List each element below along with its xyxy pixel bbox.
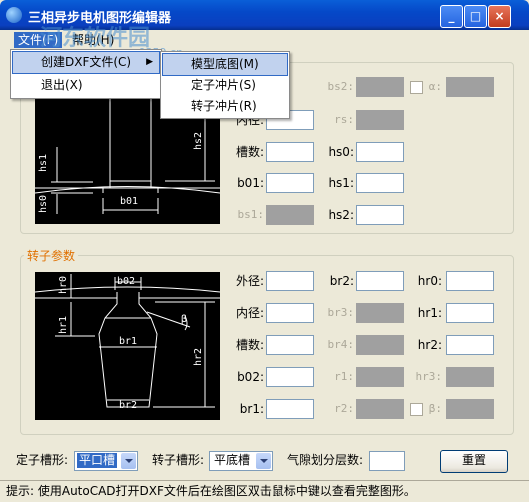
- input-stator-slots[interactable]: [266, 142, 314, 162]
- label-br2: br2:: [329, 274, 354, 288]
- label-airgap-layers: 气隙划分层数:: [287, 453, 364, 467]
- drawing-label-hr1: hr1: [58, 316, 69, 334]
- menu-item-rotor-punch[interactable]: 转子冲片(R): [163, 96, 287, 117]
- label-bs2: bs2:: [327, 80, 355, 93]
- file-menu: 创建DXF文件(C) ▶ 退出(X): [10, 49, 162, 99]
- menu-item-create-dxf-label: 创建DXF文件(C): [41, 55, 132, 69]
- drawing-label-hs0: hs0: [38, 195, 49, 213]
- drawing-label-hr2: hr2: [193, 348, 204, 366]
- menu-item-create-dxf[interactable]: 创建DXF文件(C) ▶: [12, 51, 160, 74]
- input-hr0[interactable]: [446, 271, 494, 291]
- input-hr2[interactable]: [446, 335, 494, 355]
- label-stator-slots: 槽数:: [235, 145, 264, 159]
- input-r1: [356, 367, 404, 387]
- input-rotor-outer-diameter[interactable]: [266, 271, 314, 291]
- label-rotor-outer-diameter: 外径:: [235, 274, 264, 288]
- minimize-button[interactable]: _: [440, 5, 463, 28]
- stator-slot-type-select[interactable]: 平口槽: [74, 451, 138, 471]
- status-bar: 提示: 使用AutoCAD打开DXF文件后在绘图区双击鼠标中键以查看完整图形。: [0, 480, 529, 502]
- label-rotor-slots: 槽数:: [235, 338, 264, 352]
- input-bs2: [356, 77, 404, 97]
- dxf-submenu: 模型底图(M) 定子冲片(S) 转子冲片(R): [160, 51, 290, 119]
- input-hr1[interactable]: [446, 303, 494, 323]
- input-br2[interactable]: [356, 271, 404, 291]
- input-beta: [446, 399, 494, 419]
- drawing-label-b01: b01: [120, 196, 138, 207]
- input-bs1: [266, 205, 314, 225]
- label-hr3: hr3:: [415, 370, 443, 383]
- input-r2: [356, 399, 404, 419]
- drawing-label-beta: β: [181, 314, 187, 325]
- input-rotor-slots[interactable]: [266, 335, 314, 355]
- label-stator-slot-type: 定子槽形:: [16, 453, 69, 467]
- input-hs0[interactable]: [356, 142, 404, 162]
- label-rs: rs:: [334, 113, 354, 126]
- label-alpha: α:: [428, 80, 442, 93]
- input-airgap-layers[interactable]: [369, 451, 405, 471]
- input-alpha: [446, 77, 494, 97]
- input-b02[interactable]: [266, 367, 314, 387]
- close-button[interactable]: ×: [488, 5, 511, 28]
- rotor-slot-type-select[interactable]: 平底槽: [209, 451, 273, 471]
- drawing-label-br1: br1: [119, 336, 137, 347]
- input-br3: [356, 303, 404, 323]
- submenu-arrow-icon: ▶: [146, 57, 153, 67]
- rotor-drawing[interactable]: b02 hr0 hr1 β br1 hr2 br2: [34, 272, 221, 420]
- label-hs1: hs1:: [328, 176, 354, 190]
- label-r1: r1:: [334, 370, 354, 383]
- rotor-group-title: 转子参数: [24, 247, 79, 264]
- input-b01[interactable]: [266, 173, 314, 193]
- label-br1: br1:: [239, 402, 264, 416]
- app-icon: [6, 7, 22, 23]
- menu-item-model-base[interactable]: 模型底图(M): [162, 53, 288, 76]
- label-bs1: bs1:: [237, 208, 265, 221]
- label-hr0: hr0:: [417, 274, 442, 288]
- label-hs2: hs2:: [328, 208, 354, 222]
- reset-button[interactable]: 重置: [440, 450, 508, 473]
- label-hr2: hr2:: [417, 338, 442, 352]
- label-r2: r2:: [334, 402, 354, 415]
- label-b01: b01:: [237, 176, 264, 190]
- rotor-slot-type-value: 平底槽: [214, 453, 251, 467]
- menu-item-exit[interactable]: 退出(X): [13, 75, 159, 96]
- label-rotor-slot-type: 转子槽形:: [152, 453, 205, 467]
- beta-checkbox[interactable]: [410, 403, 423, 416]
- drawing-label-hs2: hs2: [193, 132, 204, 150]
- alpha-checkbox[interactable]: [410, 81, 423, 94]
- label-br3: br3:: [327, 306, 355, 319]
- chevron-down-icon: [256, 453, 271, 469]
- stator-slot-type-value: 平口槽: [77, 453, 118, 468]
- input-rs: [356, 110, 404, 130]
- input-rotor-inner-diameter[interactable]: [266, 303, 314, 323]
- input-hs1[interactable]: [356, 173, 404, 193]
- label-b02: b02:: [237, 370, 264, 384]
- drawing-label-b02: b02: [117, 276, 135, 287]
- drawing-label-hr0: hr0: [58, 276, 69, 294]
- maximize-button[interactable]: □: [464, 5, 487, 28]
- drawing-label-br2: br2: [119, 400, 137, 411]
- chevron-down-icon: [121, 453, 136, 469]
- input-hs2[interactable]: [356, 205, 404, 225]
- label-br4: br4:: [327, 338, 355, 351]
- label-beta: β:: [428, 402, 442, 415]
- label-rotor-inner-diameter: 内径:: [235, 306, 264, 320]
- input-br1[interactable]: [266, 399, 314, 419]
- label-hr1: hr1:: [417, 306, 442, 320]
- label-hs0: hs0:: [328, 145, 354, 159]
- input-br4: [356, 335, 404, 355]
- drawing-label-hs1: hs1: [38, 154, 49, 172]
- menu-item-stator-punch[interactable]: 定子冲片(S): [163, 75, 287, 96]
- input-hr3: [446, 367, 494, 387]
